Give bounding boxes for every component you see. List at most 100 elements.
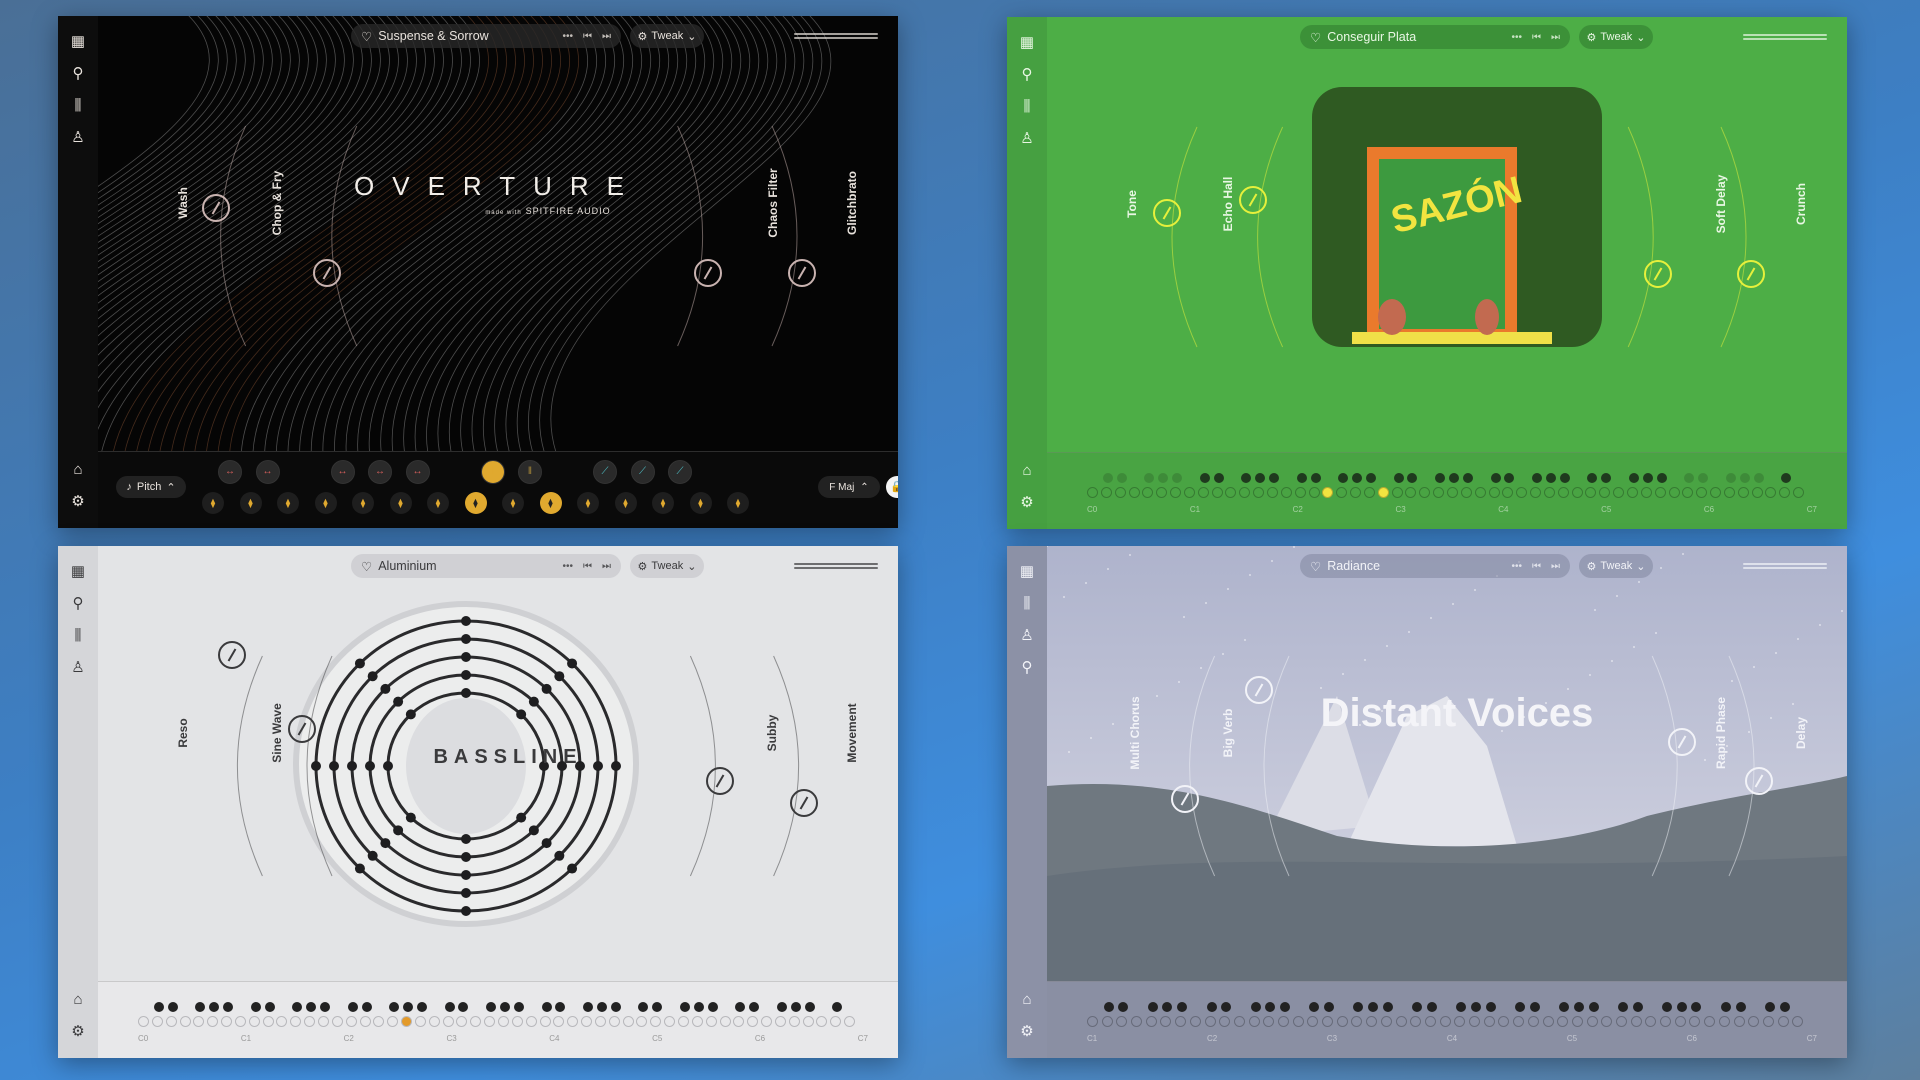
- key-white[interactable]: [1474, 487, 1486, 498]
- key-black[interactable]: [1739, 473, 1750, 483]
- key-white[interactable]: [719, 1016, 731, 1027]
- key-white[interactable]: [1710, 487, 1722, 498]
- key-white[interactable]: [1308, 487, 1320, 498]
- preset-selector[interactable]: ♡ Radiance ••• ⏮ ⏭: [1300, 554, 1570, 578]
- knob-soft-delay[interactable]: [1644, 260, 1673, 289]
- user-icon[interactable]: ♙: [1016, 128, 1038, 150]
- key-white[interactable]: [387, 1016, 399, 1027]
- key-white[interactable]: [1433, 487, 1445, 498]
- key-white[interactable]: [1571, 487, 1583, 498]
- key-black[interactable]: [583, 1002, 594, 1012]
- sample-pad[interactable]: ⧫: [427, 492, 449, 514]
- articulation-pad[interactable]: ↔: [330, 460, 355, 484]
- key-white[interactable]: [1779, 487, 1791, 498]
- key-white[interactable]: [262, 1016, 274, 1027]
- key-white[interactable]: [428, 1016, 440, 1027]
- key-white[interactable]: [1380, 1016, 1392, 1027]
- key-white[interactable]: [1363, 487, 1375, 498]
- key-white[interactable]: [761, 1016, 773, 1027]
- key-black[interactable]: [1532, 473, 1543, 483]
- key-white[interactable]: [276, 1016, 288, 1027]
- key-white[interactable]: [1640, 487, 1652, 498]
- key-black[interactable]: [1393, 473, 1404, 483]
- tweak-button[interactable]: ⚙ Tweak ⌄: [1579, 554, 1653, 578]
- sample-pad[interactable]: ⧫: [689, 492, 712, 514]
- key-black[interactable]: [1617, 1002, 1628, 1012]
- tweak-button[interactable]: ⚙ Tweak ⌄: [630, 554, 704, 578]
- more-options-icon[interactable]: •••: [562, 31, 573, 42]
- key-white[interactable]: [678, 1016, 689, 1027]
- articulation-pad[interactable]: ↔: [255, 460, 280, 484]
- key-white[interactable]: [1322, 1016, 1334, 1027]
- key-white[interactable]: [539, 1016, 551, 1027]
- key-white[interactable]: [1645, 1016, 1657, 1027]
- knob-chop-fry[interactable]: [312, 259, 341, 288]
- key-black[interactable]: [1529, 1002, 1540, 1012]
- key-white[interactable]: [1557, 1016, 1569, 1027]
- key-black[interactable]: [1426, 1002, 1437, 1012]
- key-black[interactable]: [1601, 473, 1612, 483]
- grid-icon[interactable]: ▦: [1016, 561, 1038, 583]
- key-black[interactable]: [1642, 473, 1653, 483]
- search-icon[interactable]: ⚲: [67, 593, 89, 615]
- knob-big-verb[interactable]: [1245, 675, 1273, 704]
- heart-icon[interactable]: ♡: [361, 29, 372, 44]
- tweak-button[interactable]: ⚙ Tweak ⌄: [630, 24, 704, 48]
- key-black[interactable]: [292, 1002, 303, 1012]
- key-black[interactable]: [1656, 473, 1667, 483]
- key-white[interactable]: [1682, 487, 1694, 498]
- key-black[interactable]: [1684, 473, 1695, 483]
- search-icon[interactable]: ⚲: [67, 63, 89, 85]
- knob-rapid-phase[interactable]: [1668, 728, 1697, 757]
- key-white[interactable]: [470, 1016, 482, 1027]
- articulation-pad[interactable]: ⟋: [668, 460, 692, 484]
- key-white[interactable]: [1630, 1016, 1642, 1027]
- key-white[interactable]: [1530, 487, 1542, 498]
- key-white[interactable]: [1599, 487, 1611, 498]
- key-black[interactable]: [1116, 473, 1127, 483]
- key-black[interactable]: [1324, 1002, 1335, 1012]
- key-white[interactable]: [816, 1016, 828, 1027]
- key-white[interactable]: [1114, 487, 1126, 498]
- key-white[interactable]: [1087, 1016, 1098, 1027]
- key-white[interactable]: [1395, 1016, 1407, 1027]
- knob-chaos-filter[interactable]: [693, 259, 722, 288]
- key-black[interactable]: [1309, 1002, 1320, 1012]
- key-white[interactable]: [1777, 1016, 1789, 1027]
- key-white[interactable]: [553, 1016, 565, 1027]
- key-black[interactable]: [1781, 473, 1792, 483]
- sample-pad[interactable]: ⧫: [389, 492, 412, 514]
- key-white[interactable]: [1267, 487, 1278, 498]
- key-black[interactable]: [1412, 1002, 1423, 1012]
- key-black[interactable]: [1515, 1002, 1526, 1012]
- key-black[interactable]: [347, 1002, 358, 1012]
- knob-glitchbrato[interactable]: [788, 259, 816, 288]
- library-icon[interactable]: ⫼: [67, 95, 89, 117]
- learn-hat-icon[interactable]: ⌂: [67, 989, 89, 1011]
- key-black[interactable]: [707, 1002, 718, 1012]
- knob-reso[interactable]: [218, 641, 247, 669]
- key-white[interactable]: [511, 1016, 523, 1027]
- key-white[interactable]: [1586, 1016, 1598, 1027]
- key-white[interactable]: [1668, 487, 1680, 498]
- key-white[interactable]: [1100, 487, 1112, 498]
- key-white[interactable]: [1131, 1016, 1143, 1027]
- key-white[interactable]: [1543, 487, 1555, 498]
- search-icon[interactable]: ⚲: [1016, 64, 1038, 86]
- key-white[interactable]: [581, 1016, 593, 1027]
- key-black[interactable]: [638, 1002, 649, 1012]
- key-black[interactable]: [1587, 473, 1598, 483]
- grid-icon[interactable]: ▦: [67, 31, 89, 53]
- key-white[interactable]: [1391, 487, 1403, 498]
- settings-gear-icon[interactable]: ⚙: [67, 1021, 89, 1043]
- key-white[interactable]: [1571, 1016, 1583, 1027]
- more-options-icon[interactable]: •••: [562, 561, 573, 572]
- articulation-pad[interactable]: ⟋: [593, 460, 617, 484]
- key-black[interactable]: [250, 1002, 261, 1012]
- more-options-icon[interactable]: •••: [1511, 561, 1522, 572]
- key-black[interactable]: [749, 1002, 760, 1012]
- user-icon[interactable]: ♙: [67, 657, 89, 679]
- settings-gear-icon[interactable]: ⚙: [1016, 1021, 1038, 1043]
- key-white[interactable]: [691, 1016, 703, 1027]
- key-white[interactable]: [484, 1016, 496, 1027]
